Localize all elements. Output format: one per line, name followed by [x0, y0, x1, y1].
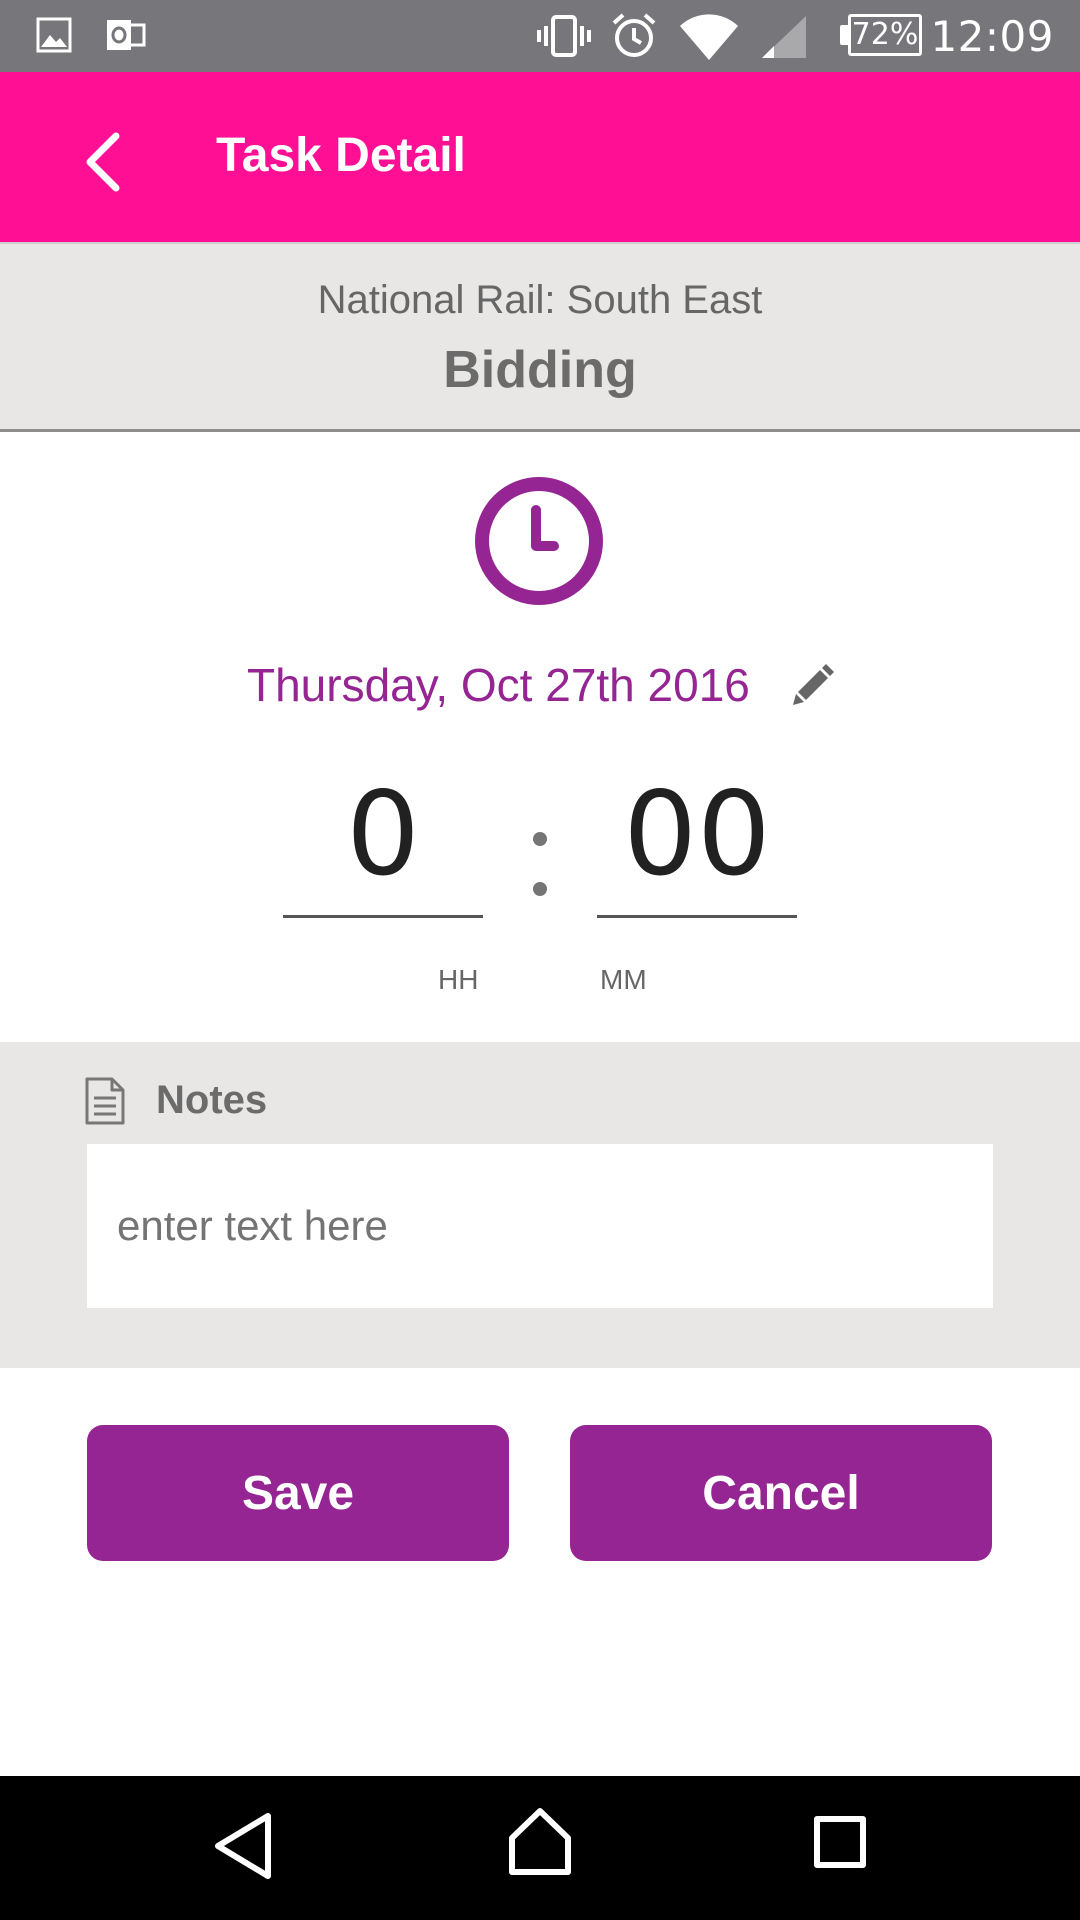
battery-level: 72% — [851, 17, 919, 52]
hours-label: HH — [438, 964, 479, 995]
pencil-icon[interactable] — [790, 662, 836, 708]
minutes-label: MM — [600, 964, 647, 995]
alarm-icon — [612, 13, 656, 57]
page-title: Task Detail — [216, 129, 466, 182]
minutes-input[interactable]: 00 — [597, 770, 797, 918]
save-button[interactable]: Save — [87, 1425, 509, 1561]
vibrate-icon — [537, 15, 591, 57]
wifi-icon — [680, 14, 738, 61]
notes-input[interactable] — [87, 1144, 993, 1308]
battery-nub — [840, 25, 848, 45]
hours-input[interactable]: 0 — [283, 770, 483, 918]
navigation-bar — [0, 1776, 1080, 1920]
clock-icon — [475, 477, 603, 605]
back-arrow-icon[interactable] — [64, 122, 144, 202]
status-bar: 72% 12:09 — [0, 0, 1080, 72]
app-bar — [0, 72, 1080, 242]
document-icon — [85, 1077, 125, 1125]
cancel-button[interactable]: Cancel — [570, 1425, 992, 1561]
nav-recents-icon[interactable] — [812, 1814, 868, 1870]
signal-icon — [762, 16, 806, 58]
nav-back-icon[interactable] — [210, 1810, 276, 1882]
nav-home-icon[interactable] — [506, 1806, 574, 1878]
clock-time: 12:09 — [930, 12, 1054, 61]
notes-label: Notes — [156, 1078, 268, 1122]
outlook-notification-icon — [107, 20, 146, 50]
gallery-notification-icon — [36, 17, 72, 53]
company-name: National Rail: South East — [317, 278, 763, 322]
time-separator-dot — [533, 882, 547, 896]
task-header — [0, 242, 1080, 432]
task-name: Bidding — [443, 341, 637, 399]
time-separator-dot — [533, 832, 547, 846]
task-date[interactable]: Thursday, Oct 27th 2016 — [247, 658, 750, 712]
